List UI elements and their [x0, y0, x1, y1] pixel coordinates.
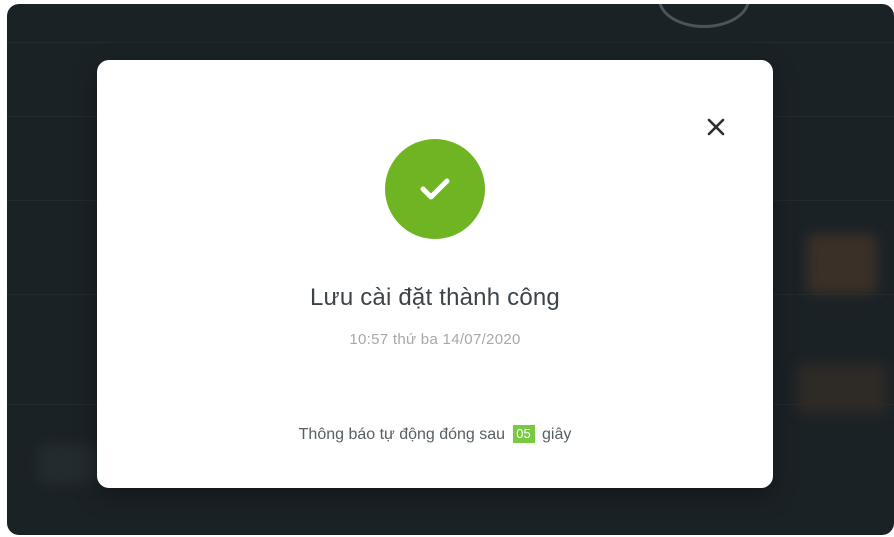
backdrop-shape: [37, 444, 97, 484]
success-badge: [385, 139, 485, 239]
auto-close-text: Thông báo tự động đóng sau: [298, 426, 506, 443]
auto-close-unit: giây: [541, 426, 572, 443]
checkmark-icon: [420, 178, 450, 200]
close-button[interactable]: [699, 110, 733, 144]
auto-close-notice: Thông báo tự động đóng sau 05 giây: [97, 425, 773, 444]
close-icon: [707, 118, 725, 136]
backdrop-shape: [797, 364, 887, 414]
success-dialog: Lưu cài đặt thành công 10:57 thứ ba 14/0…: [97, 60, 773, 488]
dialog-title: Lưu cài đặt thành công: [310, 284, 560, 311]
countdown-badge: 05: [512, 425, 535, 443]
backdrop-overlay: Lưu cài đặt thành công 10:57 thứ ba 14/0…: [7, 4, 894, 535]
dialog-timestamp: 10:57 thứ ba 14/07/2020: [349, 331, 521, 348]
backdrop-divider: [7, 42, 894, 43]
backdrop-avatar-ring: [658, 4, 750, 28]
backdrop-shape: [807, 234, 877, 294]
